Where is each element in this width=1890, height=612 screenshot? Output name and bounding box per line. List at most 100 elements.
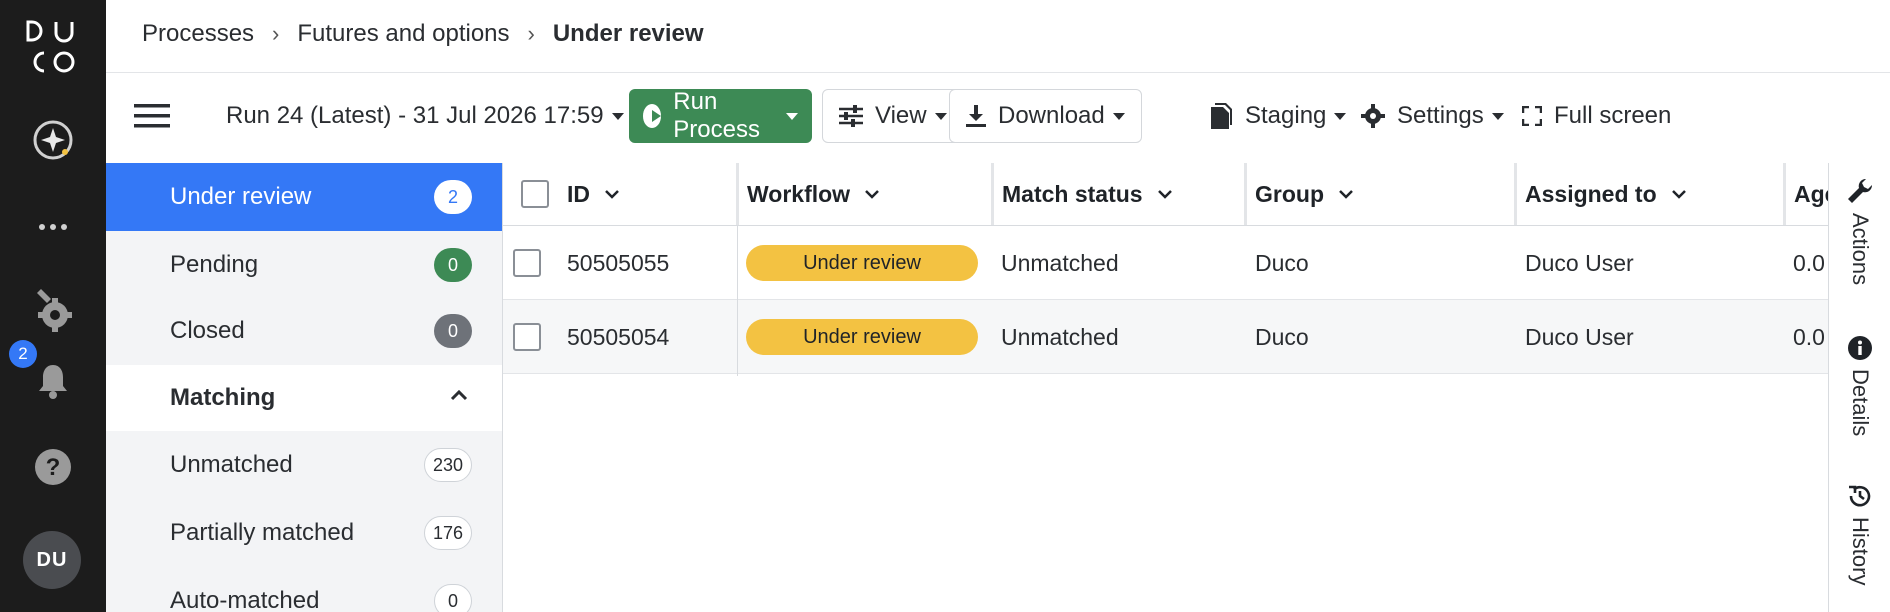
toolbar: Run 24 (Latest) - 31 Jul 2026 17:59 Run … [106,73,1890,163]
caret-down-icon [786,112,798,120]
table-row[interactable]: 50505054 Under review Unmatched Duco Duc… [503,300,1828,374]
history-tab[interactable]: History [1829,483,1890,585]
view-button[interactable]: View [822,89,964,143]
run-select-label: Run 24 (Latest) - 31 Jul 2026 17:59 [226,102,604,129]
status-auto-matched[interactable]: Auto-matched 0 [106,567,502,612]
results-grid: ID Workflow Match status Group Assigned … [502,163,1828,612]
section-label: Matching [170,384,276,411]
details-label: Details [1848,369,1873,437]
view-label: View [875,102,927,129]
details-tab[interactable]: Details [1829,335,1890,436]
column-header-workflow[interactable]: Workflow [739,163,880,225]
run-process-button[interactable]: Run Process [629,88,812,143]
status-under-review[interactable]: Under review 2 [106,163,502,231]
wrench-icon [1848,178,1873,203]
actions-label: Actions [1848,213,1873,286]
status-panel: Under review 2 Pending 0 Closed 0 Matchi… [106,163,502,612]
bell-icon[interactable] [0,360,106,402]
count-badge: 0 [434,248,472,282]
hamburger-menu-icon[interactable] [134,89,182,143]
match-status-cell: Unmatched [1001,323,1119,350]
staging-button[interactable]: Staging [1209,89,1347,143]
table-row[interactable]: 50505055 Under review Unmatched Duco Duc… [503,226,1828,300]
sliders-icon [839,105,863,127]
download-button[interactable]: Download [949,89,1142,143]
status-unmatched[interactable]: Unmatched 230 [106,431,502,499]
history-icon [1849,485,1871,507]
caret-down-icon [611,112,624,120]
count-badge: 176 [423,516,472,550]
chevron-down-icon [1339,190,1353,199]
count-badge: 2 [434,180,472,214]
column-header-assigned-to[interactable]: Assigned to [1517,163,1687,225]
status-label: Auto-matched [170,587,320,612]
svg-text:?: ? [46,454,61,481]
column-header-match-status[interactable]: Match status [994,163,1173,225]
left-rail: 2 ? DU [0,0,106,612]
history-label: History [1848,517,1873,586]
pinned-column-divider [737,226,738,376]
settings-icon[interactable] [0,285,106,335]
status-label: Closed [170,317,245,344]
ai-assistant-icon[interactable] [0,117,106,163]
row-checkbox[interactable] [513,323,541,351]
group-cell: Duco [1255,249,1309,276]
chevron-right-icon: › [527,21,535,46]
age-cell: 0.0 [1793,323,1825,350]
run-process-label: Run Process [673,88,760,143]
document-icon [1211,103,1232,129]
caret-down-icon [1491,112,1504,120]
actions-tab[interactable]: Actions [1829,177,1890,285]
breadcrumb-futures-options[interactable]: Futures and options [297,20,509,48]
chevron-down-icon [605,190,619,199]
info-icon [1848,336,1872,360]
group-cell: Duco [1255,323,1309,350]
column-label: Age [1794,180,1828,207]
caret-down-icon [1334,112,1347,120]
record-id-link[interactable]: 50505054 [567,300,669,374]
column-header-group[interactable]: Group [1247,163,1354,225]
column-label: Group [1255,180,1324,207]
status-label: Pending [170,251,259,278]
age-cell: 0.0 [1793,249,1825,276]
help-icon[interactable]: ? [0,445,106,489]
fullscreen-icon [1522,106,1542,126]
caret-down-icon [934,112,947,120]
column-label: ID [567,180,590,207]
settings-label: Settings [1397,102,1484,129]
status-label: Unmatched [170,451,293,478]
gear-icon [1361,104,1385,128]
column-label: Workflow [747,180,851,207]
chevron-down-icon [1671,190,1686,199]
record-id-link[interactable]: 50505055 [567,226,669,300]
more-icon[interactable] [0,210,106,244]
status-closed[interactable]: Closed 0 [106,297,502,365]
status-partially-matched[interactable]: Partially matched 176 [106,499,502,567]
duco-logo[interactable] [22,18,80,76]
matching-section-header[interactable]: Matching [106,365,502,431]
breadcrumb-current: Under review [552,20,704,47]
grid-header: ID Workflow Match status Group Assigned … [503,163,1828,226]
download-label: Download [998,102,1105,129]
column-header-id[interactable]: ID [559,163,620,225]
checkbox[interactable] [521,180,549,208]
status-pending[interactable]: Pending 0 [106,231,502,299]
status-label: Partially matched [170,519,355,546]
column-label: Assigned to [1525,180,1657,207]
settings-button[interactable]: Settings [1361,89,1504,143]
fullscreen-button[interactable]: Full screen [1522,89,1671,143]
workflow-status-pill: Under review [746,319,978,355]
count-badge: 0 [434,314,472,348]
breadcrumb-processes[interactable]: Processes [142,20,254,48]
column-header-age[interactable]: Age [1786,163,1828,225]
match-status-cell: Unmatched [1001,249,1119,276]
chevron-up-icon [450,389,468,401]
workflow-status-pill: Under review [746,245,978,281]
avatar[interactable]: DU [23,531,81,589]
row-checkbox[interactable] [513,249,541,277]
staging-label: Staging [1245,102,1327,129]
status-label: Under review [170,183,312,210]
fullscreen-label: Full screen [1554,102,1672,129]
select-all-checkbox[interactable] [513,163,549,225]
run-select[interactable]: Run 24 (Latest) - 31 Jul 2026 17:59 [226,89,624,143]
